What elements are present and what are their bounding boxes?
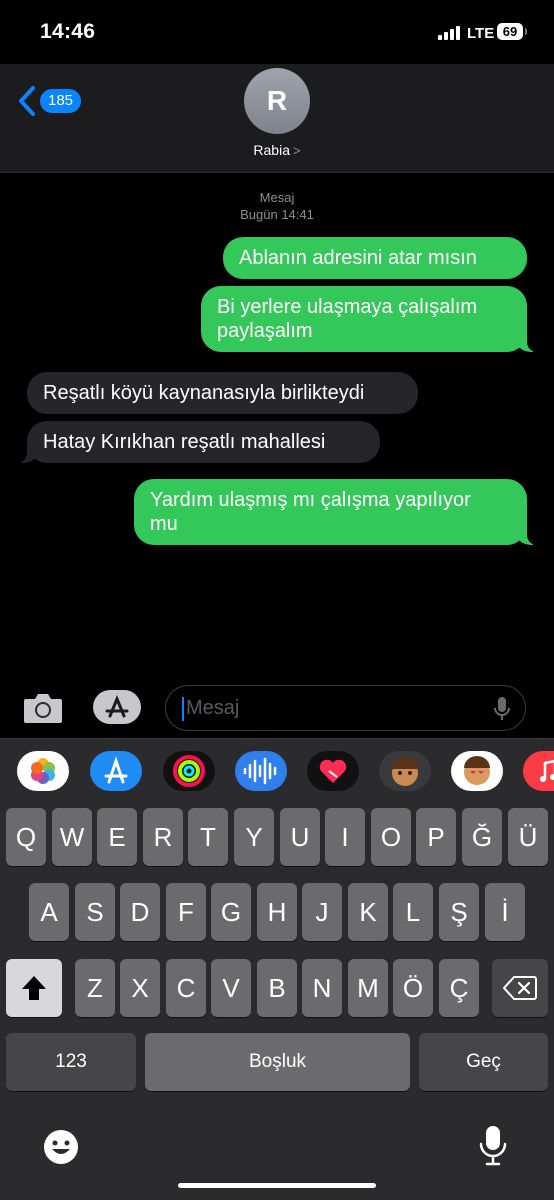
message-text-line: mu <box>150 513 178 535</box>
memoji-stickers-icon[interactable] <box>451 751 503 791</box>
unread-count-badge: 185 <box>40 89 82 113</box>
key-m[interactable]: M <box>348 959 388 1017</box>
battery-tip <box>525 28 527 35</box>
chevron-left-icon <box>19 86 35 116</box>
key-g-breve[interactable]: Ğ <box>462 808 502 866</box>
contact-name-button[interactable]: Rabia > <box>0 142 554 158</box>
key-w[interactable]: W <box>52 808 92 866</box>
chevron-right-icon: > <box>293 143 301 158</box>
key-a[interactable]: A <box>29 883 69 941</box>
message-text-line: Bi yerlere ulaşmaya çalışalım <box>217 296 478 318</box>
key-g[interactable]: G <box>211 883 251 941</box>
key-l[interactable]: L <box>393 883 433 941</box>
app-store-button[interactable] <box>93 690 141 724</box>
key-s[interactable]: S <box>75 883 115 941</box>
key-n[interactable]: N <box>302 959 342 1017</box>
digital-touch-icon[interactable] <box>307 751 359 791</box>
key-v[interactable]: V <box>211 959 251 1017</box>
status-time: 14:46 <box>40 20 96 43</box>
avatar[interactable]: R <box>244 68 310 134</box>
delete-key[interactable] <box>492 959 548 1017</box>
key-y[interactable]: Y <box>234 808 274 866</box>
message-bubble-received[interactable]: Hatay Kırıkhan reşatlı mahallesi <box>15 421 380 463</box>
emoji-icon[interactable] <box>42 1128 80 1166</box>
service-label: Mesaj <box>259 190 295 205</box>
back-button[interactable]: 185 <box>18 86 82 116</box>
message-text: Reşatlı köyü kaynanasıyla birlikteydi <box>43 382 365 404</box>
status-bar: 14:46 LTE 69 <box>0 0 554 64</box>
message-bubble-sent[interactable]: Yardım ulaşmış mı çalışma yapılıyor mu <box>134 479 539 545</box>
key-c[interactable]: C <box>166 959 206 1017</box>
shift-arrow-icon <box>22 976 46 1000</box>
shift-key[interactable] <box>6 959 62 1017</box>
signal-icon <box>438 26 462 40</box>
contact-name: Rabia <box>253 142 290 158</box>
dictation-microphone-icon[interactable] <box>478 1124 508 1166</box>
key-o-umlaut[interactable]: Ö <box>393 959 433 1017</box>
conversation-header: 185 R Rabia > <box>0 64 554 173</box>
timestamp-label: Bugün 14:41 <box>240 207 314 222</box>
key-i-dotted[interactable]: İ <box>485 883 525 941</box>
space-key[interactable]: Boşluk <box>145 1033 410 1091</box>
music-icon[interactable] <box>523 751 554 791</box>
key-x[interactable]: X <box>120 959 160 1017</box>
return-key[interactable]: Geç <box>419 1033 548 1091</box>
key-o[interactable]: O <box>371 808 411 866</box>
app-store-icon[interactable] <box>90 751 142 791</box>
keyboard: Q W E R T Y U I O P Ğ Ü A S D F G H J K … <box>0 738 554 1200</box>
key-d[interactable]: D <box>120 883 160 941</box>
key-t[interactable]: T <box>188 808 228 866</box>
key-q[interactable]: Q <box>6 808 46 866</box>
key-s-cedilla[interactable]: Ş <box>439 883 479 941</box>
message-bubble-received[interactable]: Reşatlı köyü kaynanasıyla birlikteydi <box>27 372 418 414</box>
numbers-key[interactable]: 123 <box>6 1033 136 1091</box>
message-text-line: paylaşalım <box>217 320 313 342</box>
key-z[interactable]: Z <box>75 959 115 1017</box>
key-k[interactable]: K <box>348 883 388 941</box>
activity-icon[interactable] <box>163 751 215 791</box>
message-text: Ablanın adresini atar mısın <box>239 247 477 269</box>
key-u-umlaut[interactable]: Ü <box>508 808 548 866</box>
photos-icon[interactable] <box>17 751 69 791</box>
key-h[interactable]: H <box>257 883 297 941</box>
key-r[interactable]: R <box>143 808 183 866</box>
message-text: Hatay Kırıkhan reşatlı mahallesi <box>43 431 326 453</box>
microphone-icon[interactable] <box>493 696 511 722</box>
message-text-line: Yardım ulaşmış mı çalışma yapılıyor <box>150 489 471 511</box>
key-i-dotless[interactable]: I <box>325 808 365 866</box>
home-indicator[interactable] <box>178 1183 376 1188</box>
network-label: LTE <box>467 25 495 42</box>
app-drawer <box>0 738 554 805</box>
key-p[interactable]: P <box>416 808 456 866</box>
key-c-cedilla[interactable]: Ç <box>439 959 479 1017</box>
app-store-icon <box>105 695 129 718</box>
key-e[interactable]: E <box>97 808 137 866</box>
memoji-icon[interactable] <box>379 751 431 791</box>
audio-message-icon[interactable] <box>235 751 287 791</box>
key-b[interactable]: B <box>257 959 297 1017</box>
message-placeholder: Mesaj <box>186 697 240 719</box>
battery-icon: 69 <box>497 23 523 40</box>
key-j[interactable]: J <box>302 883 342 941</box>
camera-icon[interactable] <box>22 690 64 726</box>
key-u[interactable]: U <box>280 808 320 866</box>
backspace-icon <box>503 976 537 1000</box>
message-bubble-sent[interactable]: Bi yerlere ulaşmaya çalışalım paylaşalım <box>201 286 539 352</box>
text-cursor <box>182 697 184 721</box>
message-bubble-sent[interactable]: Ablanın adresini atar mısın <box>223 237 527 279</box>
key-f[interactable]: F <box>166 883 206 941</box>
message-input[interactable]: Mesaj <box>165 685 526 731</box>
